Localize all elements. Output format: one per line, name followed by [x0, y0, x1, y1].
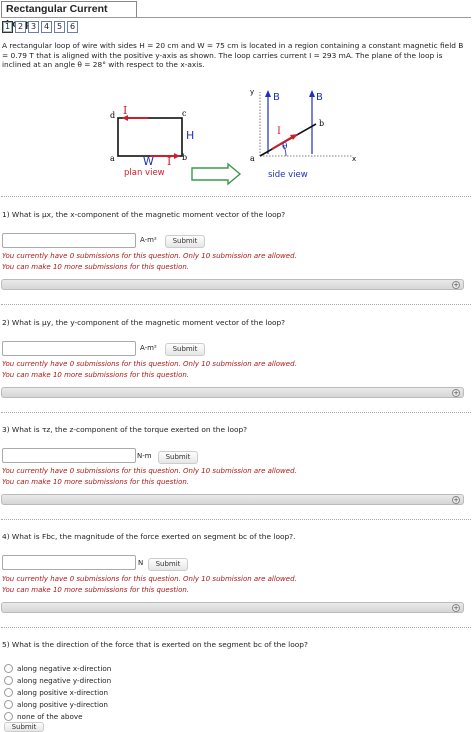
- question-1-text: 1) What is μx, the x-component of the ma…: [2, 210, 286, 219]
- expand-plus-icon[interactable]: +: [452, 281, 460, 289]
- current-arrowhead-bottom: [174, 153, 180, 159]
- x-axis-label: x: [352, 155, 356, 163]
- current-label-top: I: [123, 104, 127, 117]
- radio-button[interactable]: [4, 700, 13, 709]
- expand-plus-icon[interactable]: +: [452, 604, 460, 612]
- answer-input-3[interactable]: [2, 448, 136, 463]
- question-5-text: 5) What is the direction of the force th…: [2, 640, 308, 649]
- page-link-5[interactable]: 5: [54, 21, 65, 33]
- unit-label-3: N-m: [137, 452, 152, 460]
- section-divider: [1, 519, 471, 520]
- option-label: none of the above: [17, 712, 83, 721]
- plan-view-caption: plan view: [124, 168, 165, 178]
- view-transition-arrow: [191, 162, 242, 186]
- b-field-arrowhead-1: [265, 90, 271, 97]
- radio-button[interactable]: [4, 712, 13, 721]
- height-label: H: [186, 129, 194, 142]
- answer-input-2[interactable]: [2, 341, 136, 356]
- remaining-submissions-3: You can make 10 more submissions for thi…: [2, 478, 190, 486]
- unit-label-2: A-m²: [140, 344, 157, 352]
- page-navigator: 1 2 3 4 5 6: [2, 21, 80, 33]
- expand-bar-4[interactable]: +: [1, 602, 464, 613]
- section-divider: [1, 627, 471, 628]
- side-current-arrowhead: [290, 134, 298, 140]
- title-divider: [1, 17, 471, 18]
- side-current-label: I: [277, 126, 281, 137]
- option-negative-y[interactable]: along negative y-direction: [4, 676, 111, 685]
- remaining-submissions-1: You can make 10 more submissions for thi…: [2, 263, 190, 271]
- remaining-submissions-2: You can make 10 more submissions for thi…: [2, 371, 190, 379]
- page-link-2[interactable]: 2: [15, 21, 26, 33]
- b-label-1: B: [273, 92, 280, 103]
- submission-warning-4: You currently have 0 submissions for thi…: [2, 575, 297, 583]
- corner-c: c: [182, 109, 187, 118]
- section-divider: [1, 304, 471, 305]
- option-none[interactable]: none of the above: [4, 712, 83, 721]
- radio-button[interactable]: [4, 664, 13, 673]
- submit-button-4[interactable]: Submit: [148, 558, 188, 571]
- option-positive-x[interactable]: along positive x-direction: [4, 688, 108, 697]
- current-label-bottom: I: [167, 155, 171, 168]
- answer-input-4[interactable]: [2, 555, 136, 570]
- page-link-3[interactable]: 3: [28, 21, 39, 33]
- question-2-text: 2) What is μy, the y-component of the ma…: [2, 318, 286, 327]
- answer-input-1[interactable]: [2, 233, 136, 248]
- page-link-1[interactable]: 1: [2, 21, 13, 33]
- y-axis-label: y: [250, 88, 254, 96]
- submit-button-5[interactable]: Submit: [4, 722, 44, 732]
- side-point-a: a: [250, 154, 255, 163]
- question-4-text: 4) What is Fbc, the magnitude of the for…: [2, 532, 296, 541]
- radio-button[interactable]: [4, 676, 13, 685]
- submit-button-1[interactable]: Submit: [165, 235, 205, 248]
- loop-figure: d c a b I I H W plan view y x B B b a I …: [110, 88, 356, 186]
- section-divider: [1, 196, 471, 197]
- section-divider: [1, 412, 471, 413]
- corner-a: a: [110, 154, 115, 163]
- radio-button[interactable]: [4, 688, 13, 697]
- submit-button-3[interactable]: Submit: [158, 451, 198, 464]
- submission-warning-2: You currently have 0 submissions for thi…: [2, 360, 297, 368]
- width-label: W: [143, 155, 154, 168]
- plan-view-diagram: d c a b I I H W plan view: [110, 104, 194, 178]
- unit-label-4: N: [138, 559, 144, 567]
- remaining-submissions-4: You can make 10 more submissions for thi…: [2, 586, 190, 594]
- option-label: along positive x-direction: [17, 688, 109, 697]
- option-label: along positive y-direction: [17, 700, 108, 709]
- submission-warning-1: You currently have 0 submissions for thi…: [2, 252, 297, 260]
- corner-b: b: [182, 153, 187, 162]
- page-link-4[interactable]: 4: [41, 21, 52, 33]
- expand-bar-2[interactable]: +: [1, 387, 464, 398]
- loop-rectangle: [117, 117, 183, 157]
- corner-d: d: [110, 111, 115, 120]
- option-label: along negative y-direction: [17, 676, 112, 685]
- option-negative-x[interactable]: along negative x-direction: [4, 664, 111, 673]
- option-label: along negative x-direction: [17, 664, 112, 673]
- side-view-caption: side view: [268, 170, 308, 180]
- submission-warning-3: You currently have 0 submissions for thi…: [2, 467, 297, 475]
- option-positive-y[interactable]: along positive y-direction: [4, 700, 108, 709]
- submit-button-2[interactable]: Submit: [165, 343, 205, 356]
- question-3-text: 3) What is τz, the z-component of the to…: [2, 425, 248, 434]
- b-label-2: B: [316, 92, 323, 103]
- page-title: Rectangular Current Loop: [1, 1, 137, 30]
- b-field-arrowhead-2: [309, 90, 315, 97]
- unit-label-1: A-m²: [140, 236, 157, 244]
- expand-bar-3[interactable]: +: [1, 494, 464, 505]
- side-point-b: b: [319, 119, 324, 128]
- expand-plus-icon[interactable]: +: [452, 496, 460, 504]
- problem-statement: A rectangular loop of wire with sides H …: [2, 41, 464, 70]
- page-link-6[interactable]: 6: [67, 21, 78, 33]
- expand-bar-1[interactable]: +: [1, 279, 464, 290]
- side-view-diagram: y x B B b a I θ side view: [250, 88, 356, 180]
- expand-plus-icon[interactable]: +: [452, 389, 460, 397]
- angle-label: θ: [282, 142, 287, 152]
